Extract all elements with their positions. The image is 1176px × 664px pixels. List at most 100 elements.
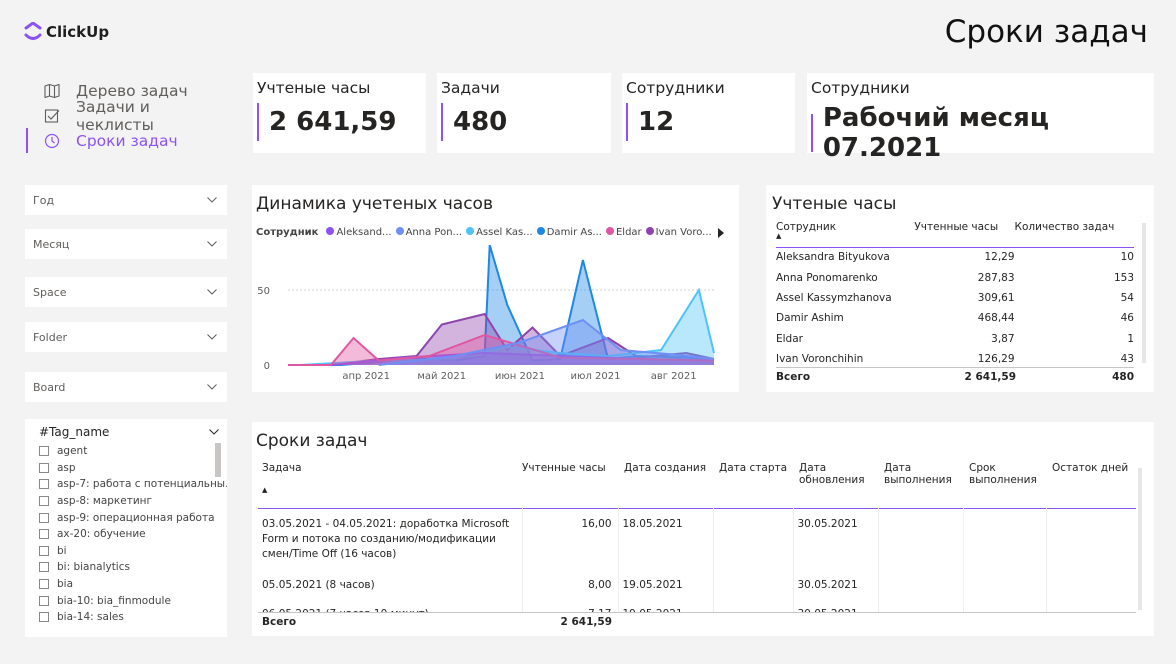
tag-option[interactable]: ax-20: обучение <box>39 526 219 543</box>
x-tick-label: май 2021 <box>417 371 466 382</box>
hours-scrollbar[interactable] <box>1142 223 1146 363</box>
chart-title: Динамика учетеных часов <box>256 194 493 214</box>
map-icon <box>44 83 60 99</box>
slicer-folder[interactable]: Folder <box>25 322 227 352</box>
tag-option[interactable]: asp <box>39 460 219 477</box>
tag-list: agent asp asp-7: работа с потенциальны... a… <box>39 443 227 626</box>
col-header[interactable]: Срок выполнения <box>963 462 1046 508</box>
tag-checkbox[interactable] <box>39 562 49 573</box>
col-header[interactable]: Остаток дней <box>1046 462 1136 508</box>
tag-label: agent <box>57 445 88 458</box>
tag-checkbox[interactable] <box>39 479 49 490</box>
tag-checkbox[interactable] <box>39 512 49 523</box>
tag-checkbox[interactable] <box>39 612 49 623</box>
tag-checkbox[interactable] <box>39 579 49 590</box>
tag-checkbox[interactable] <box>39 462 49 473</box>
table-row[interactable]: Aleksandra Bityukova 12,29 10 <box>776 247 1134 267</box>
tag-checkbox[interactable] <box>39 529 49 540</box>
tag-checkbox[interactable] <box>39 446 49 457</box>
table-cell: 30.05.2021 <box>792 569 878 599</box>
table-row[interactable]: Anna Ponomarenko 287,83 153 <box>776 267 1134 287</box>
col-header[interactable]: Дата создания <box>618 462 713 508</box>
table-row[interactable]: Damir Ashim 468,44 46 <box>776 308 1134 328</box>
tag-option[interactable]: bi: bianalytics <box>39 559 219 576</box>
col-header[interactable]: Количество задач <box>1015 221 1134 247</box>
table-cell: 06.05.2021 (7 часов 10 минут) <box>258 599 522 613</box>
table-cell: 468,44 <box>977 312 1015 325</box>
kpi-label: Сотрудники <box>811 79 910 97</box>
slicer-label: Space <box>33 285 67 299</box>
tag-option[interactable]: asp-7: работа с потенциальны... <box>39 476 227 493</box>
legend-item[interactable]: Aleksand... <box>326 227 392 238</box>
tag-label: bia-10: bia_finmodule <box>57 594 171 607</box>
tag-scrollbar[interactable] <box>215 443 221 477</box>
checkbox-icon <box>44 108 60 124</box>
legend-item[interactable]: Eldar <box>605 227 642 238</box>
table-cell <box>1045 598 1136 612</box>
table-cell <box>712 569 793 599</box>
nav-item-task-deadlines[interactable]: Сроки задач <box>26 128 226 153</box>
tag-option[interactable]: bia <box>39 576 219 593</box>
tag-option[interactable]: asp-9: операционная работа <box>39 509 219 526</box>
table-cell <box>712 508 793 570</box>
table-row[interactable]: Eldar 3,87 1 <box>776 329 1134 349</box>
legend-item[interactable]: Damir As... <box>536 227 602 238</box>
col-header[interactable]: Дата выполнения <box>878 462 963 508</box>
chevron-down-icon[interactable] <box>209 429 219 435</box>
tag-option[interactable]: bia-10: bia_finmodule <box>39 592 219 609</box>
kpi-value: Рабочий месяц 07.2021 <box>822 103 1050 163</box>
tag-label: asp-8: маркетинг <box>57 495 153 508</box>
table-cell: 16,00 <box>521 508 618 570</box>
table-row[interactable]: 06.05.2021 (7 часов 10 минут)7,1719.05.2… <box>258 598 1136 613</box>
kpi-value: 480 <box>453 107 508 137</box>
nav-label: Сроки задач <box>76 131 178 150</box>
table-cell: 10 <box>1120 251 1134 264</box>
table-cell <box>962 598 1046 612</box>
col-header[interactable]: Сотрудник ▲ <box>776 221 914 247</box>
table-row[interactable]: Assel Kassymzhanova 309,61 54 <box>776 288 1134 308</box>
col-header[interactable]: Учтенные часы <box>914 221 1014 247</box>
kpi-card-employees: Сотрудники 12 <box>622 73 795 153</box>
col-header[interactable]: Дата старта <box>713 462 793 508</box>
slicer-year[interactable]: Год <box>25 185 227 215</box>
chevron-down-icon <box>207 384 217 390</box>
tag-option[interactable]: asp-8: маркетинг <box>39 493 219 510</box>
table-row[interactable]: 03.05.2021 - 04.05.2021: доработка Micro… <box>258 508 1136 570</box>
tag-option[interactable]: bia-14: sales <box>39 609 219 626</box>
chart-plot: 0 50 апр 2021 май 2021 июн 2021 июл 2021 авг 2… <box>257 245 715 382</box>
slicer-space[interactable]: Space <box>25 277 227 307</box>
y-tick-label: 0 <box>264 361 270 372</box>
tasks-total-row: Всего 2 641,59 <box>258 612 1136 628</box>
slicer-board[interactable]: Board <box>25 372 227 402</box>
tag-option[interactable]: agent <box>39 443 219 460</box>
legend-next-icon[interactable] <box>717 228 725 238</box>
col-header[interactable]: Задача ▲ <box>258 462 522 508</box>
table-cell: 05.05.2021 (8 часов) <box>262 578 375 591</box>
table-cell: 287,83 <box>977 271 1015 284</box>
col-header[interactable]: Учтенные часы <box>522 462 618 508</box>
tag-checkbox[interactable] <box>39 545 49 556</box>
table-row[interactable]: 05.05.2021 (8 часов) 8,00 19.05.2021 30.05.… <box>258 569 1136 599</box>
table-cell <box>877 598 963 612</box>
legend-item[interactable]: Assel Kas... <box>466 227 533 238</box>
legend-item[interactable]: Anna Pon... <box>395 227 462 238</box>
table-cell <box>712 598 793 612</box>
table-cell <box>877 569 963 599</box>
tag-slicer-title: #Tag_name <box>39 425 110 439</box>
tasks-scrollbar[interactable] <box>1138 468 1142 610</box>
slicer-month[interactable]: Месяц <box>25 229 227 259</box>
col-header[interactable]: Дата обновления <box>793 462 878 508</box>
nav-item-tasks-checklists[interactable]: Задачи и чеклисты <box>26 98 226 134</box>
table-cell: Aleksandra Bityukova <box>776 251 890 264</box>
x-tick-label: апр 2021 <box>342 371 390 382</box>
table-cell <box>877 508 963 570</box>
tag-checkbox[interactable] <box>39 496 49 507</box>
chart-legend: Сотрудник Aleksand... Anna Pon... Assel … <box>256 227 712 238</box>
page-title: Сроки задач <box>944 14 1148 50</box>
tag-option[interactable]: bi <box>39 543 219 560</box>
tag-label: bi: bianalytics <box>57 561 130 574</box>
tag-checkbox[interactable] <box>39 595 49 606</box>
table-cell <box>962 508 1046 570</box>
tasks-table-card: Сроки задач Задача ▲ Учтенные часы Дата с… <box>252 422 1154 636</box>
legend-item[interactable]: Ivan Voro... <box>645 227 712 238</box>
